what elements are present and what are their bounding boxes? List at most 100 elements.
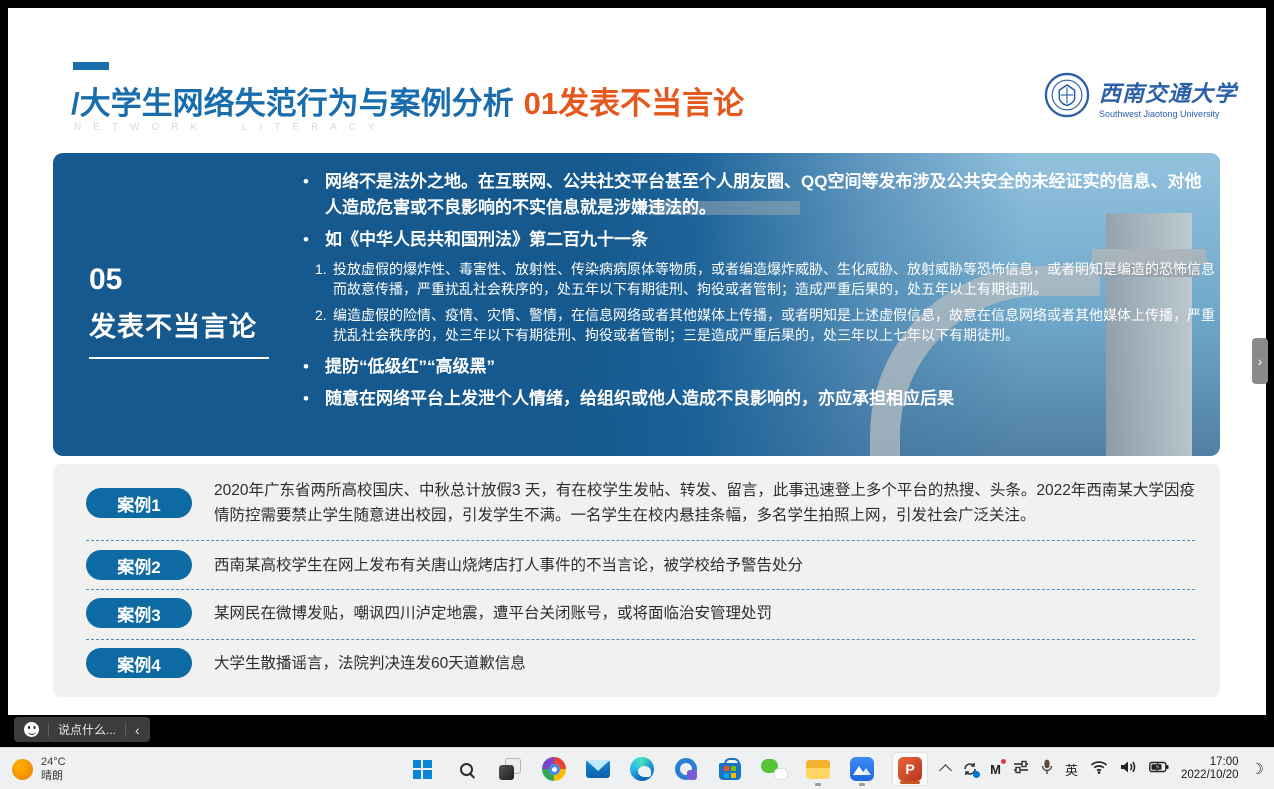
m-app-icon: M (990, 762, 1001, 777)
banner-bullet: • 如《中华人民共和国刑法》第二百九十一条 (303, 227, 1218, 253)
law-list: 1. 投放虚假的爆炸性、毒害性、放射性、传染病病原体等物质，或者编造爆炸威胁、生… (303, 259, 1218, 345)
divider (125, 723, 126, 737)
case-row: 案例4 大学生散播谣言，法院判决连发60天道歉信息 (86, 648, 1195, 678)
chat-input[interactable]: 说点什么... (58, 721, 116, 738)
weather-widget[interactable]: 24°C 晴朗 (12, 755, 66, 783)
law-item: 2. 编造虚假的险情、疫情、灾情、警情，在信息网络或者其他媒体上传播，或者明知是… (315, 305, 1218, 345)
bullet-dot-icon: • (303, 354, 325, 380)
bullet-dot-icon: • (303, 386, 325, 412)
slide-title-highlight: 01发表不当言论 (524, 86, 744, 121)
emoji-icon[interactable] (24, 722, 39, 737)
sync-tray-button[interactable] (962, 761, 978, 777)
weather-temp: 24°C (41, 755, 66, 769)
banner-bullet: • 随意在网络平台上发泄个人情绪，给组织或他人造成不良影响的，亦应承担相应后果 (303, 386, 1218, 412)
notification-dot (973, 771, 980, 778)
danmaku-chat-bar[interactable]: 说点什么... ‹ (14, 717, 150, 742)
bullet-dot-icon: • (303, 227, 325, 253)
focus-moon-icon[interactable]: ☽ (1251, 762, 1264, 777)
case-row: 案例1 2020年广东省两所高校国庆、中秋总计放假3 天，有在校学生发帖、转发、… (86, 478, 1195, 528)
edge-button[interactable] (628, 754, 656, 784)
slide-subtitle: NETWORK LITERACY (74, 122, 387, 133)
wifi-button[interactable] (1090, 760, 1108, 779)
ime-language-button[interactable]: 英 (1065, 760, 1078, 779)
university-name-en: Southwest Jiaotong University (1099, 109, 1237, 119)
case-text: 西南某高校学生在网上发布有关唐山烧烤店打人事件的不当言论，被学校给予警告处分 (214, 553, 803, 578)
case-row: 案例3 某网民在微博发贴，嘲讽四川泸定地震，遭平台关闭账号，或将面临治安管理处罚 (86, 598, 1195, 628)
clock[interactable]: 17:00 2022/10/20 (1181, 756, 1239, 783)
blue-mountain-app-button[interactable] (848, 754, 876, 784)
dashed-divider (86, 540, 1195, 541)
mail-icon (586, 760, 610, 778)
chevron-right-icon: › (1258, 353, 1263, 369)
chrome-button[interactable] (540, 754, 568, 784)
title-accent-dash (73, 62, 109, 70)
presentation-slide: /大学生网络失范行为与案例分析 01发表不当言论 NETWORK LITERACY… (8, 8, 1266, 715)
task-view-icon (499, 758, 521, 780)
taskbar-apps: P (408, 752, 928, 786)
university-seal-icon (1044, 72, 1090, 123)
topic-number-block: 05 发表不当言论 (89, 263, 269, 359)
file-explorer-button[interactable] (804, 754, 832, 784)
dashed-divider (86, 589, 1195, 590)
active-indicator (900, 781, 920, 784)
powerpoint-icon: P (898, 757, 922, 781)
wechat-icon (761, 758, 788, 780)
battery-button[interactable] (1149, 760, 1169, 778)
case-label-badge: 案例1 (86, 488, 192, 518)
running-indicator (815, 783, 821, 786)
settings-sliders-button[interactable] (1013, 760, 1029, 779)
microphone-icon (1041, 759, 1053, 775)
wifi-icon (1090, 760, 1108, 774)
qq-browser-button[interactable] (672, 754, 700, 784)
cases-panel: 案例1 2020年广东省两所高校国庆、中秋总计放假3 天，有在校学生发帖、转发、… (53, 464, 1220, 697)
battery-charging-icon (1149, 761, 1169, 773)
case-row: 案例2 西南某高校学生在网上发布有关唐山烧烤店打人事件的不当言论，被学校给予警告… (86, 550, 1195, 580)
wechat-button[interactable] (760, 754, 788, 784)
taskbar: 24°C 晴朗 P (0, 747, 1274, 789)
banner-content: • 网络不是法外之地。在互联网、公共社交平台甚至个人朋友圈、QQ空间等发布涉及公… (303, 169, 1218, 418)
divider (48, 723, 49, 737)
law-item: 1. 投放虚假的爆炸性、毒害性、放射性、传染病病原体等物质，或者编造爆炸威胁、生… (315, 259, 1218, 299)
case-label-badge: 案例2 (86, 550, 192, 580)
next-flyout-tab[interactable]: › (1252, 338, 1268, 384)
dashed-divider (86, 639, 1195, 640)
chrome-icon (542, 757, 566, 781)
weather-condition: 晴朗 (41, 769, 66, 783)
mail-button[interactable] (584, 754, 612, 784)
start-button[interactable] (408, 754, 436, 784)
topic-number: 05 (89, 263, 269, 297)
tray-time: 17:00 (1181, 756, 1239, 770)
qq-browser-icon (675, 758, 697, 780)
university-logo: 西南交通大学 Southwest Jiaotong University (1044, 72, 1237, 123)
microphone-tray-button[interactable] (1041, 759, 1053, 780)
topic-title: 发表不当言论 (89, 305, 269, 359)
banner-bullet: • 网络不是法外之地。在互联网、公共社交平台甚至个人朋友圈、QQ空间等发布涉及公… (303, 169, 1218, 221)
system-tray: M 英 (941, 748, 1264, 789)
task-view-button[interactable] (496, 754, 524, 784)
speaker-icon (1120, 760, 1137, 774)
search-icon (460, 763, 473, 776)
tray-date: 2022/10/20 (1181, 769, 1239, 783)
case-text: 2020年广东省两所高校国庆、中秋总计放假3 天，有在校学生发帖、转发、留言，此… (214, 478, 1195, 528)
case-text: 大学生散播谣言，法院判决连发60天道歉信息 (214, 651, 526, 676)
tray-chevron-up-icon[interactable] (939, 764, 952, 777)
powerpoint-button[interactable]: P (892, 752, 928, 786)
running-indicator (859, 783, 865, 786)
microsoft-store-icon (719, 763, 741, 780)
desktop-screen: /大学生网络失范行为与案例分析 01发表不当言论 NETWORK LITERACY… (0, 0, 1274, 789)
m-tray-button[interactable]: M (990, 762, 1001, 777)
search-button[interactable] (452, 754, 480, 784)
sun-icon (12, 759, 33, 780)
microsoft-store-button[interactable] (716, 754, 744, 784)
notification-dot (1001, 759, 1006, 764)
slide-title-main: /大学生网络失范行为与案例分析 (71, 86, 514, 121)
windows-start-icon (413, 760, 432, 779)
volume-button[interactable] (1120, 760, 1137, 779)
edge-icon (630, 757, 654, 781)
slide-title: /大学生网络失范行为与案例分析 01发表不当言论 (71, 78, 744, 123)
case-label-badge: 案例3 (86, 598, 192, 628)
chevron-left-icon[interactable]: ‹ (135, 722, 140, 738)
bullet-dot-icon: • (303, 169, 325, 221)
topic-banner: 05 发表不当言论 • 网络不是法外之地。在互联网、公共社交平台甚至个人朋友圈、… (53, 153, 1220, 456)
case-label-badge: 案例4 (86, 648, 192, 678)
